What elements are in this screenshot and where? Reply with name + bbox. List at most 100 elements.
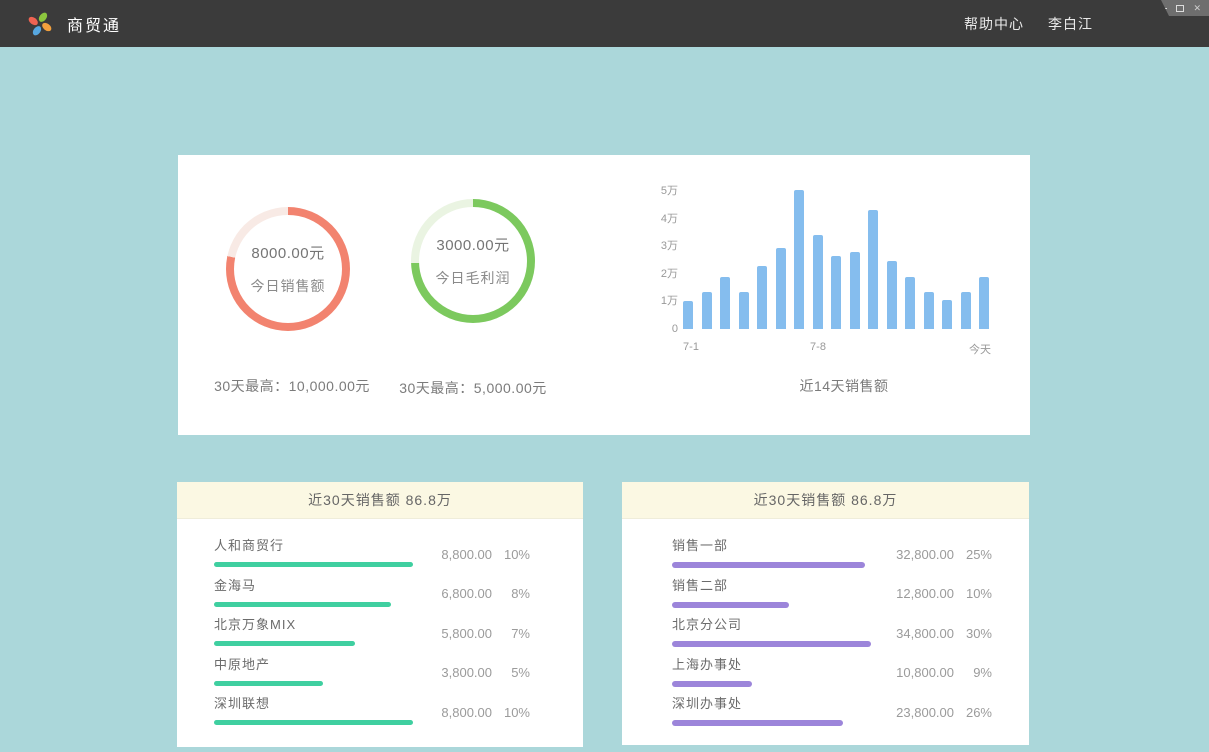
percent: 10%	[954, 586, 992, 601]
help-center-link[interactable]: 帮助中心	[964, 14, 1024, 34]
list-item: 销售二部 12,800.00 10%	[672, 575, 992, 615]
progress-bar	[672, 681, 752, 687]
overview-card: 8000.00元 今日销售额 3000.00元 今日毛利润 30天最高：10,0…	[178, 155, 1030, 435]
list-item: 深圳办事处 23,800.00 26%	[672, 693, 992, 733]
close-icon[interactable]: ✕	[1193, 4, 1201, 13]
y-tick: 2万	[638, 268, 678, 280]
sales-bar	[831, 256, 841, 329]
sales-bar	[942, 300, 952, 329]
today-profit-value: 3000.00元	[436, 234, 509, 255]
amount: 10,800.00	[878, 665, 954, 680]
today-profit-donut: 3000.00元 今日毛利润	[411, 199, 535, 323]
sales-bar	[961, 292, 971, 329]
amount: 32,800.00	[878, 547, 954, 562]
list-item: 中原地产 3,800.00 5%	[214, 654, 530, 694]
amount: 8,800.00	[416, 705, 492, 720]
progress-bar	[672, 602, 789, 608]
sales-bar	[720, 277, 730, 329]
sales-bar	[702, 292, 712, 329]
today-profit-label: 今日毛利润	[436, 268, 511, 288]
progress-bar	[214, 602, 391, 607]
amount: 6,800.00	[416, 586, 492, 601]
sales-30d-by-customer-card: 近30天销售额 86.8万 人和商贸行 8,800.00 10% 金海马 6,8…	[177, 482, 583, 747]
list-item: 深圳联想 8,800.00 10%	[214, 693, 530, 733]
sales-bar	[979, 277, 989, 329]
department-list: 销售一部 32,800.00 25% 销售二部 12,800.00 10% 北京…	[622, 519, 1029, 733]
department-name: 北京分公司	[672, 614, 871, 633]
x-tick: 7-8	[810, 341, 826, 353]
sales-bar	[794, 190, 804, 329]
percent: 5%	[492, 665, 530, 680]
list-item: 金海马 6,800.00 8%	[214, 575, 530, 615]
percent: 25%	[954, 547, 992, 562]
sales-bars-plot	[683, 191, 989, 329]
sales-chart-x-axis: 7-1 7-8 今天	[683, 341, 989, 361]
sales-bar	[739, 292, 749, 329]
today-profit-donut-center: 3000.00元 今日毛利润	[419, 207, 527, 315]
y-tick: 5万	[638, 185, 678, 197]
y-tick: 4万	[638, 213, 678, 225]
amount: 34,800.00	[878, 626, 954, 641]
x-tick: 今天	[969, 341, 991, 357]
amount: 5,800.00	[416, 626, 492, 641]
department-card-title: 近30天销售额 86.8万	[622, 482, 1029, 519]
list-item: 北京万象MIX 5,800.00 7%	[214, 614, 530, 654]
progress-bar	[672, 720, 843, 726]
sales-bar	[887, 261, 897, 329]
percent: 10%	[492, 547, 530, 562]
sales-bar	[776, 248, 786, 329]
y-tick: 3万	[638, 240, 678, 252]
today-sales-donut: 8000.00元 今日销售额	[226, 207, 350, 331]
percent: 7%	[492, 626, 530, 641]
sales-30d-by-department-card: 近30天销售额 86.8万 销售一部 32,800.00 25% 销售二部 12…	[622, 482, 1029, 745]
sales-bar	[683, 301, 693, 329]
amount: 3,800.00	[416, 665, 492, 680]
progress-bar	[214, 720, 413, 725]
sales-bar	[905, 277, 915, 329]
progress-bar	[214, 562, 413, 567]
sales-bar	[850, 252, 860, 329]
app-logo-pinwheel-icon	[27, 11, 53, 37]
list-item: 销售一部 32,800.00 25%	[672, 535, 992, 575]
customer-name: 北京万象MIX	[214, 614, 413, 633]
title-bar: 商贸通 帮助中心 李白江 ✕	[0, 0, 1209, 47]
maximize-icon[interactable]	[1176, 5, 1184, 12]
department-name: 深圳办事处	[672, 693, 871, 712]
user-name-menu[interactable]: 李白江	[1048, 14, 1093, 34]
percent: 30%	[954, 626, 992, 641]
list-item: 上海办事处 10,800.00 9%	[672, 654, 992, 694]
today-sales-value: 8000.00元	[251, 242, 324, 263]
sales-bar	[757, 266, 767, 329]
today-sales-label: 今日销售额	[251, 276, 326, 296]
y-tick: 0	[638, 323, 678, 335]
minimize-icon[interactable]	[1159, 8, 1167, 9]
percent: 9%	[954, 665, 992, 680]
progress-bar	[672, 562, 865, 568]
customer-name: 深圳联想	[214, 693, 413, 712]
percent: 8%	[492, 586, 530, 601]
sales-chart-y-axis: 5万 4万 3万 2万 1万 0	[638, 191, 678, 329]
amount: 8,800.00	[416, 547, 492, 562]
sales-14d-chart: 5万 4万 3万 2万 1万 0 7-1 7-8 今天	[683, 191, 989, 361]
customer-list: 人和商贸行 8,800.00 10% 金海马 6,800.00 8% 北京万象M…	[177, 519, 583, 733]
progress-bar	[214, 681, 323, 686]
list-item: 北京分公司 34,800.00 30%	[672, 614, 992, 654]
percent: 10%	[492, 705, 530, 720]
today-profit-footnote: 30天最高：5,000.00元	[363, 378, 583, 398]
customer-name: 金海马	[214, 575, 413, 594]
sales-bar	[813, 235, 823, 329]
percent: 26%	[954, 705, 992, 720]
app-title: 商贸通	[67, 12, 121, 36]
customer-name: 人和商贸行	[214, 535, 413, 554]
sales-bar	[868, 210, 878, 329]
y-tick: 1万	[638, 295, 678, 307]
department-name: 销售一部	[672, 535, 871, 554]
x-tick: 7-1	[683, 341, 699, 353]
amount: 23,800.00	[878, 705, 954, 720]
department-name: 销售二部	[672, 575, 871, 594]
amount: 12,800.00	[878, 586, 954, 601]
list-item: 人和商贸行 8,800.00 10%	[214, 535, 530, 575]
customer-card-title: 近30天销售额 86.8万	[177, 482, 583, 519]
progress-bar	[214, 641, 355, 646]
window-controls: ✕	[1147, 0, 1209, 16]
